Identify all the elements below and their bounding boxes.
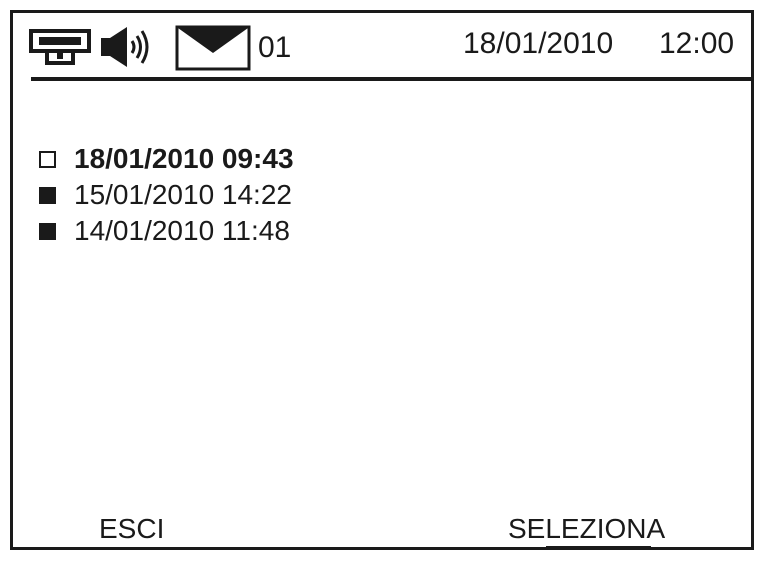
- message-date-label: 14/01/2010 11:48: [74, 215, 290, 246]
- status-time: 12:00: [659, 27, 735, 60]
- status-bar: 01 18/01/2010 12:00: [13, 13, 751, 79]
- list-item[interactable]: 14/01/2010 11:48: [39, 213, 294, 249]
- list-item[interactable]: 15/01/2010 14:22: [39, 177, 294, 213]
- select-softkey[interactable]: SELEZIONA: [508, 513, 665, 548]
- envelope-icon: [175, 25, 251, 71]
- message-date-label: 18/01/2010 09:43: [74, 143, 294, 174]
- message-count: 01: [258, 31, 292, 64]
- unread-marker-icon: [39, 150, 56, 168]
- read-marker-icon: [39, 186, 56, 204]
- select-softkey-label: SELEZIONA: [508, 513, 666, 544]
- softkey-underline: [546, 546, 652, 548]
- message-list: 18/01/2010 09:43 15/01/2010 14:22 14/01/…: [39, 141, 294, 249]
- header-divider: [31, 77, 753, 81]
- read-marker-icon: [39, 222, 56, 240]
- device-screen: 01 18/01/2010 12:00 18/01/2010 09:43 15/…: [10, 10, 754, 550]
- message-date-label: 15/01/2010 14:22: [74, 179, 292, 210]
- network-icon: [27, 27, 93, 65]
- exit-softkey[interactable]: ESCI: [99, 513, 173, 550]
- speaker-icon: [99, 25, 159, 69]
- list-item[interactable]: 18/01/2010 09:43: [39, 141, 294, 177]
- status-date: 18/01/2010: [463, 27, 614, 60]
